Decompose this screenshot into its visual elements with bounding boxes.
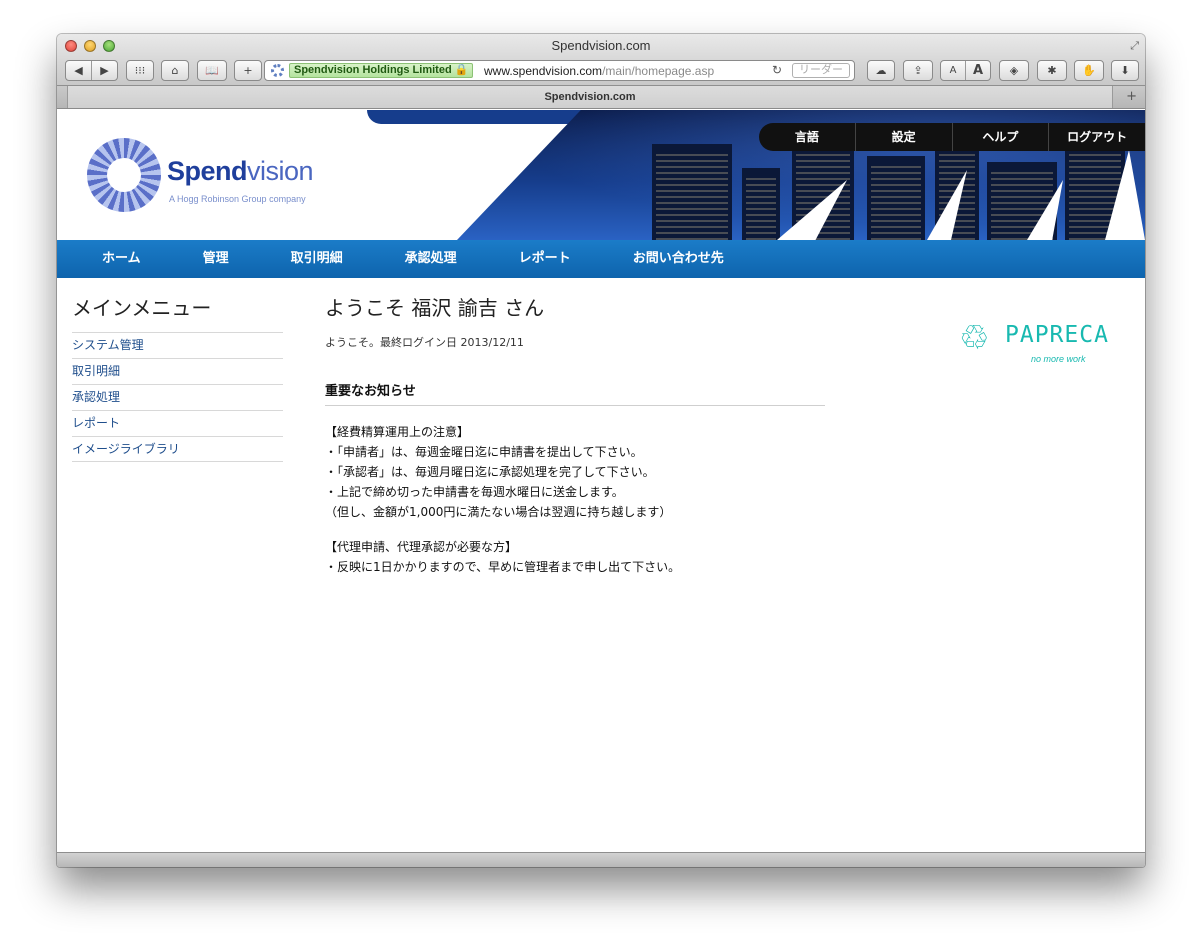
home-button[interactable]: ⌂ bbox=[161, 60, 189, 81]
notice-body: 【経費精算運用上の注意】 ・「申請者」は、毎週金曜日迄に申請書を提出して下さい。… bbox=[325, 422, 825, 577]
main-nav-approvals[interactable]: 承認処理 bbox=[405, 240, 457, 278]
main-nav-contact[interactable]: お問い合わせ先 bbox=[633, 240, 724, 278]
sidebar-item-transactions[interactable]: 取引明細 bbox=[72, 358, 283, 384]
sidebar-item-system-admin[interactable]: システム管理 bbox=[72, 332, 283, 358]
font-size-buttons: A A bbox=[940, 60, 991, 81]
spendvision-sun-icon bbox=[87, 138, 161, 212]
papreca-tagline: no more work bbox=[1031, 354, 1086, 364]
hand-icon: ✋ bbox=[1082, 64, 1096, 77]
main-nav: ホーム 管理 取引明細 承認処理 レポート お問い合わせ先 bbox=[57, 240, 1145, 278]
forward-button[interactable]: ▶ bbox=[92, 61, 117, 80]
layers-icon: ◈ bbox=[1009, 64, 1019, 77]
share-button[interactable]: ⇪ bbox=[903, 60, 933, 81]
downloads-button[interactable]: ⬇ bbox=[1111, 60, 1139, 81]
add-bookmark-button[interactable]: + bbox=[234, 60, 262, 81]
reader-button[interactable]: リーダー bbox=[792, 63, 850, 78]
asterisk-icon: ✱ bbox=[1047, 64, 1057, 77]
nav-settings[interactable]: 設定 bbox=[854, 123, 952, 151]
sidebar-item-image-library[interactable]: イメージライブラリ bbox=[72, 436, 283, 462]
notice-line: ・「承認者」は、毎週月曜日迄に承認処理を完了して下さい。 bbox=[325, 465, 655, 479]
top-sites-button[interactable]: ⁝⁝⁝ bbox=[126, 60, 154, 81]
sidebar: メインメニュー システム管理 取引明細 承認処理 レポート イメージライブラリ bbox=[72, 292, 283, 462]
notice-line: 【代理申請、代理承認が必要な方】 bbox=[325, 540, 518, 554]
nav-language[interactable]: 言語 bbox=[759, 123, 855, 151]
url-path: /main/homepage.asp bbox=[602, 64, 715, 78]
nav-help[interactable]: ヘルプ bbox=[951, 123, 1049, 151]
web-page: Spendvision A Hogg Robinson Group compan… bbox=[57, 110, 1145, 852]
main-nav-home[interactable]: ホーム bbox=[102, 240, 141, 278]
tab-bar: Spendvision.com + bbox=[57, 86, 1145, 109]
fullscreen-icon[interactable]: ⤢ bbox=[1130, 39, 1139, 53]
papreca-wordmark: PAPRECA bbox=[1005, 322, 1109, 348]
logo-wordmark: Spendvision bbox=[167, 156, 314, 186]
notice-line: ・「申請者」は、毎週金曜日迄に申請書を提出して下さい。 bbox=[325, 445, 643, 459]
extension-button-2[interactable]: ✱ bbox=[1037, 60, 1067, 81]
spendvision-logo[interactable]: Spendvision A Hogg Robinson Group compan… bbox=[87, 134, 317, 214]
nav-logout[interactable]: ログアウト bbox=[1048, 123, 1145, 151]
welcome-heading: ようこそ 福沢 諭吉 さん bbox=[325, 296, 545, 320]
notice-line: 【経費精算運用上の注意】 bbox=[325, 425, 470, 439]
main-nav-reports[interactable]: レポート bbox=[519, 240, 571, 278]
status-bar bbox=[57, 852, 1145, 867]
browser-toolbar: Spendvision.com ⤢ ◀ ▶ ⁝⁝⁝ ⌂ 📖 + Spendvis… bbox=[57, 34, 1145, 86]
back-button[interactable]: ◀ bbox=[66, 61, 92, 80]
sidebar-title: メインメニュー bbox=[72, 296, 212, 320]
icloud-tabs-button[interactable]: ☁ bbox=[867, 60, 895, 81]
back-forward-buttons: ◀ ▶ bbox=[65, 60, 118, 81]
site-favicon-icon bbox=[271, 64, 284, 77]
recycle-arrows-icon: ♲ bbox=[959, 318, 990, 358]
ev-certificate-badge[interactable]: Spendvision Holdings Limited 🔒 bbox=[289, 63, 474, 78]
last-login-text: ようこそ。最終ログイン日 2013/12/11 bbox=[325, 336, 524, 349]
font-larger-button[interactable]: A bbox=[966, 61, 990, 80]
window-title: Spendvision.com bbox=[551, 38, 651, 53]
logo-tagline: A Hogg Robinson Group company bbox=[169, 194, 306, 204]
extension-button-1[interactable]: ◈ bbox=[999, 60, 1029, 81]
notice-line: ・反映に1日かかりますので、早めに管理者まで申し出て下さい。 bbox=[325, 560, 681, 574]
extension-button-3[interactable]: ✋ bbox=[1074, 60, 1104, 81]
tab-active[interactable]: Spendvision.com bbox=[67, 86, 1113, 108]
address-bar[interactable]: Spendvision Holdings Limited 🔒 www.spend… bbox=[264, 60, 855, 81]
sidebar-item-reports[interactable]: レポート bbox=[72, 410, 283, 436]
reload-icon[interactable]: ↻ bbox=[772, 63, 782, 77]
font-smaller-button[interactable]: A bbox=[941, 61, 966, 80]
url-text: www.spendvision.com/main/homepage.asp bbox=[484, 64, 714, 78]
url-host: www.spendvision.com bbox=[484, 64, 603, 78]
browser-window: Spendvision.com ⤢ ◀ ▶ ⁝⁝⁝ ⌂ 📖 + Spendvis… bbox=[57, 34, 1145, 867]
notice-line: ・上記で締め切った申請書を毎週水曜日に送金します。 bbox=[325, 485, 624, 499]
download-icon: ⬇ bbox=[1120, 64, 1130, 77]
papreca-logo[interactable]: ♲ PAPRECA no more work bbox=[957, 318, 1127, 368]
notice-heading: 重要なお知らせ bbox=[325, 380, 825, 406]
utility-nav: 言語 設定 ヘルプ ログアウト bbox=[759, 123, 1145, 151]
main-nav-admin[interactable]: 管理 bbox=[203, 240, 229, 278]
main-nav-transactions[interactable]: 取引明細 bbox=[291, 240, 343, 278]
bookmarks-button[interactable]: 📖 bbox=[197, 60, 227, 81]
new-tab-button[interactable]: + bbox=[1126, 89, 1137, 104]
main-content: ようこそ 福沢 諭吉 さん ようこそ。最終ログイン日 2013/12/11 重要… bbox=[325, 292, 825, 577]
sidebar-item-approvals[interactable]: 承認処理 bbox=[72, 384, 283, 410]
site-header: Spendvision A Hogg Robinson Group compan… bbox=[57, 110, 1145, 240]
notice-line: （但し、金額が1,000円に満たない場合は翌週に持ち越します） bbox=[325, 505, 672, 519]
